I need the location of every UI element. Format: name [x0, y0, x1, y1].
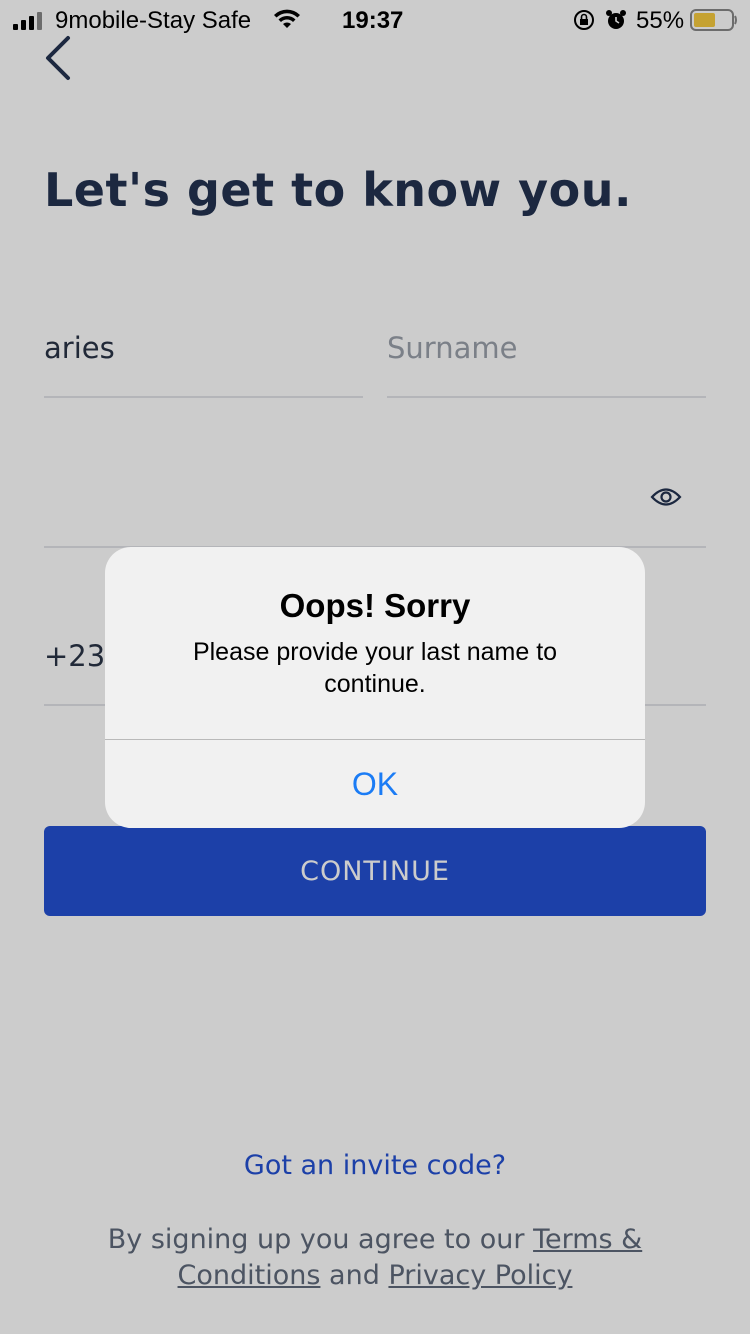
alert-message: Please provide your last name to continu… — [192, 638, 558, 698]
alert-dialog: Oops! Sorry Please provide your last nam… — [105, 547, 645, 828]
ok-button[interactable]: OK — [105, 740, 645, 828]
alert-title: Oops! Sorry — [279, 587, 471, 624]
